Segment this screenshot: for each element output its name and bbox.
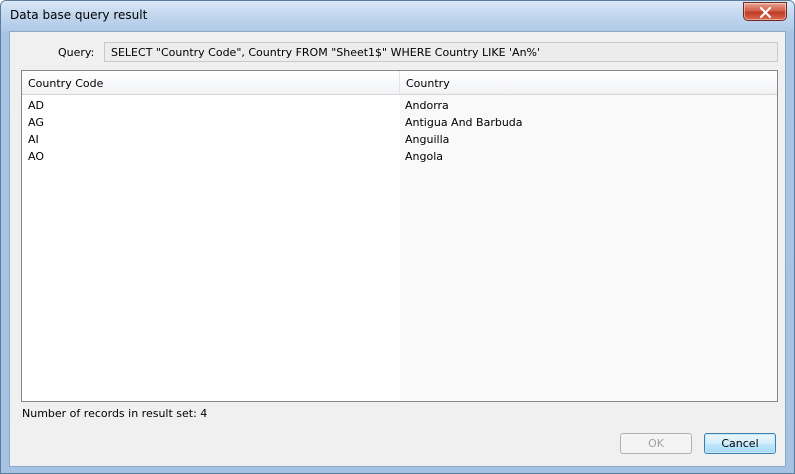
title-bar[interactable]: Data base query result [1,1,794,31]
cell-country: Anguilla [405,133,450,146]
query-label: Query: [58,46,95,59]
query-text-field[interactable]: SELECT "Country Code", Country FROM "She… [104,42,778,62]
dialog-window: Data base query result Query: SELECT "Co… [0,0,795,474]
table-row[interactable]: AI Anguilla [22,131,777,148]
cell-country-code: AI [28,133,39,146]
close-button[interactable] [743,2,787,21]
grid-rows: AD Andorra AG Antigua And Barbuda AI Ang… [22,97,777,165]
cell-country-code: AD [28,99,44,112]
cell-country: Angola [405,150,444,163]
table-row[interactable]: AO Angola [22,148,777,165]
cell-country-code: AG [28,116,44,129]
table-row[interactable]: AD Andorra [22,97,777,114]
ok-button[interactable]: OK [620,433,692,454]
cell-country: Andorra [405,99,449,112]
table-row[interactable]: AG Antigua And Barbuda [22,114,777,131]
window-title: Data base query result [10,8,148,22]
cancel-button[interactable]: Cancel [704,433,776,454]
dialog-body: Query: SELECT "Country Code", Country FR… [9,31,786,467]
column-header-country-code[interactable]: Country Code [22,71,400,94]
result-grid[interactable]: Country Code Country AD Andorra AG Antig… [21,70,778,402]
cell-country-code: AO [28,150,44,163]
close-x-icon [759,7,772,18]
record-count-status: Number of records in result set: 4 [22,407,208,420]
grid-header: Country Code Country [22,71,777,95]
cell-country: Antigua And Barbuda [405,116,523,129]
column-header-country[interactable]: Country [400,71,777,94]
